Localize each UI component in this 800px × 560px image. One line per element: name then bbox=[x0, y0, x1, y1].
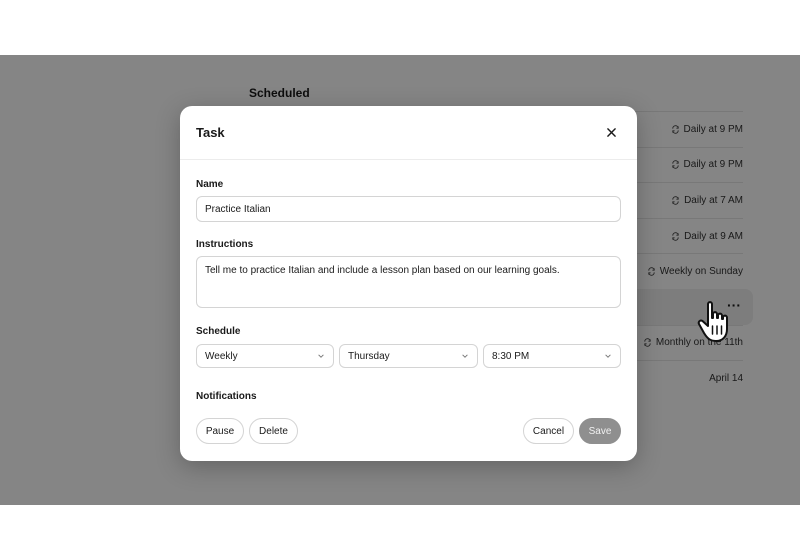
day-value: Thursday bbox=[348, 350, 390, 362]
instructions-textarea[interactable]: Tell me to practice Italian and include … bbox=[196, 256, 621, 308]
save-button[interactable]: Save bbox=[579, 418, 621, 444]
chevron-down-icon bbox=[605, 354, 611, 358]
schedule-label: Schedule bbox=[196, 326, 241, 337]
task-dialog: Task Name Practice Italian Instructions … bbox=[180, 106, 637, 461]
delete-button[interactable]: Delete bbox=[249, 418, 298, 444]
time-value: 8:30 PM bbox=[492, 350, 530, 362]
cancel-button[interactable]: Cancel bbox=[523, 418, 574, 444]
day-select[interactable]: Thursday bbox=[339, 344, 478, 368]
chevron-down-icon bbox=[462, 354, 468, 358]
close-icon bbox=[606, 128, 616, 137]
hand-pointer-cursor-icon bbox=[697, 301, 728, 342]
pause-button[interactable]: Pause bbox=[196, 418, 244, 444]
time-select[interactable]: 8:30 PM bbox=[483, 344, 621, 368]
notifications-label: Notifications bbox=[196, 391, 257, 402]
dialog-title: Task bbox=[196, 125, 225, 140]
instructions-label: Instructions bbox=[196, 239, 254, 250]
name-label: Name bbox=[196, 179, 224, 190]
chevron-down-icon bbox=[318, 354, 324, 358]
frequency-select[interactable]: Weekly bbox=[196, 344, 334, 368]
name-input[interactable]: Practice Italian bbox=[196, 196, 621, 222]
dialog-header: Task bbox=[180, 106, 637, 160]
frequency-value: Weekly bbox=[205, 350, 238, 362]
close-button[interactable] bbox=[601, 123, 621, 143]
